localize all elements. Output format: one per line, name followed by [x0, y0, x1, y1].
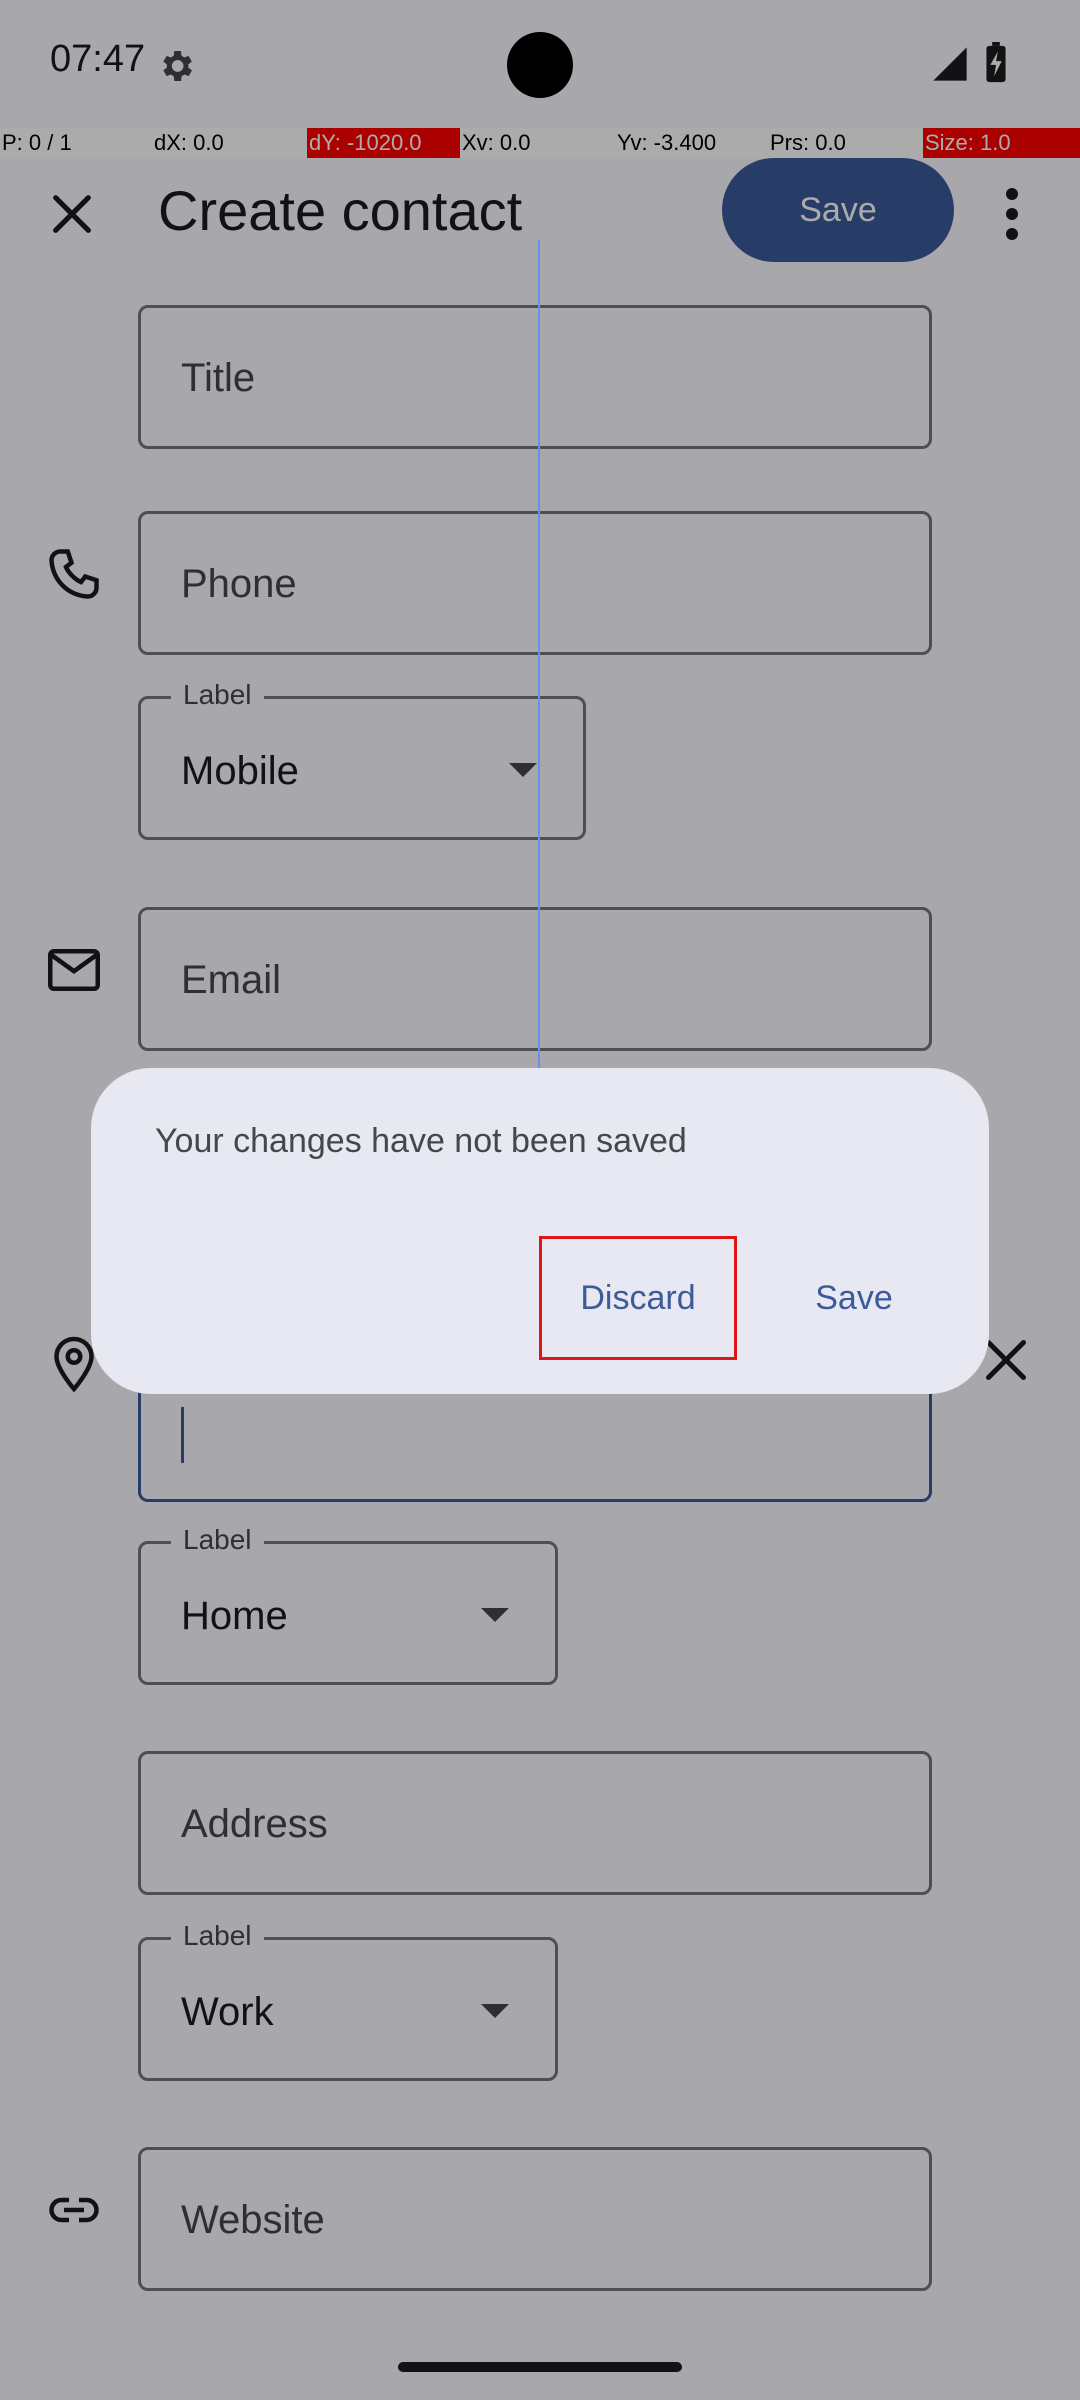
unsaved-changes-dialog: Your changes have not been saved Discard… [91, 1068, 989, 1394]
discard-button[interactable]: Discard [539, 1236, 737, 1360]
dialog-save-button[interactable]: Save [771, 1236, 937, 1360]
dialog-message: Your changes have not been saved [155, 1122, 687, 1160]
create-contact-screen: 07:47 P: 0 / 1 dX: 0.0 dY: -1020.0 Xv: 0… [0, 0, 1080, 2400]
